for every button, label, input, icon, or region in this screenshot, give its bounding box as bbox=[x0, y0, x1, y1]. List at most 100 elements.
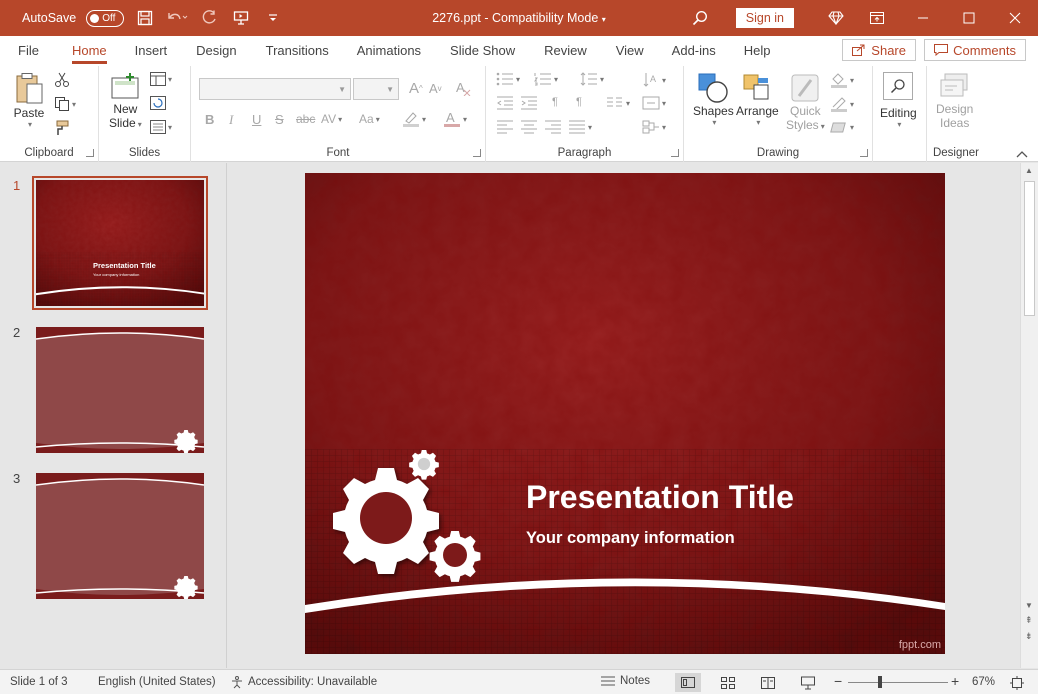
layout-icon[interactable]: ▾ bbox=[150, 72, 172, 86]
zoom-in-icon[interactable]: + bbox=[951, 673, 959, 689]
next-slide-icon[interactable]: ⇟ bbox=[1025, 631, 1033, 642]
zoom-slider[interactable] bbox=[848, 682, 948, 683]
zoom-slider-thumb[interactable] bbox=[878, 676, 882, 688]
bullets-icon[interactable]: ▾ bbox=[496, 72, 520, 86]
tab-view[interactable]: View bbox=[616, 36, 644, 66]
quick-styles-button[interactable]: Quick Styles ▾ bbox=[786, 72, 825, 132]
align-center-icon[interactable] bbox=[520, 120, 538, 134]
tab-insert[interactable]: Insert bbox=[135, 36, 168, 66]
text-direction-icon[interactable]: A ▾ bbox=[642, 72, 666, 88]
smartart-icon[interactable]: ▾ bbox=[642, 120, 666, 134]
increase-font-size-icon[interactable]: A ^ bbox=[409, 80, 423, 97]
align-text-icon[interactable]: ▾ bbox=[642, 96, 666, 110]
slide-title[interactable]: Presentation Title bbox=[526, 479, 794, 516]
slide-sorter-icon[interactable] bbox=[715, 673, 741, 692]
diamond-icon[interactable] bbox=[818, 0, 854, 36]
editing-button[interactable]: Editing ▾ bbox=[880, 72, 917, 129]
paste-button[interactable]: Paste ▾ bbox=[13, 72, 45, 129]
shapes-button[interactable]: Shapes ▾ bbox=[693, 72, 734, 127]
font-name-combo[interactable]: ▼ bbox=[199, 78, 351, 100]
tab-design[interactable]: Design bbox=[196, 36, 236, 66]
format-painter-icon[interactable] bbox=[54, 120, 70, 136]
slide-subtitle[interactable]: Your company information bbox=[526, 529, 735, 548]
slide-thumbnail-1[interactable]: Presentation Title Your company informat… bbox=[32, 176, 208, 310]
paragraph-launcher-icon[interactable] bbox=[671, 149, 679, 157]
shape-outline-icon[interactable]: ▾ bbox=[830, 96, 854, 112]
decrease-indent-icon[interactable] bbox=[496, 96, 514, 110]
bold-icon[interactable]: B bbox=[205, 112, 214, 127]
tab-home[interactable]: Home bbox=[71, 36, 107, 66]
ltr-icon[interactable]: ¶ bbox=[552, 96, 558, 108]
cut-icon[interactable] bbox=[54, 72, 70, 88]
sign-in-button[interactable]: Sign in bbox=[735, 8, 794, 28]
section-icon[interactable]: ▾ bbox=[150, 120, 172, 134]
align-left-icon[interactable] bbox=[496, 120, 514, 134]
scroll-down-icon[interactable]: ▼ bbox=[1025, 601, 1033, 610]
scrollbar-thumb[interactable] bbox=[1024, 181, 1035, 316]
shape-fill-icon[interactable]: ▾ bbox=[830, 72, 854, 88]
reset-icon[interactable] bbox=[150, 96, 166, 110]
clipboard-launcher-icon[interactable] bbox=[86, 149, 94, 157]
tab-help[interactable]: Help bbox=[744, 36, 771, 66]
collapse-ribbon-icon[interactable] bbox=[1016, 150, 1028, 158]
decrease-font-size-icon[interactable]: Av bbox=[429, 81, 442, 96]
tab-add-ins[interactable]: Add-ins bbox=[672, 36, 716, 66]
minimize-icon[interactable] bbox=[900, 0, 946, 36]
highlight-icon[interactable]: ▾ bbox=[402, 110, 426, 128]
font-size-combo[interactable]: ▼ bbox=[353, 78, 399, 100]
search-icon[interactable] bbox=[682, 0, 718, 36]
current-slide[interactable]: Presentation Title Your company informat… bbox=[305, 173, 945, 654]
tab-review[interactable]: Review bbox=[544, 36, 587, 66]
slide-thumbnail-3[interactable] bbox=[36, 473, 204, 599]
strikethrough-icon[interactable]: abc bbox=[296, 112, 315, 126]
line-spacing-icon[interactable]: ▾ bbox=[580, 72, 604, 86]
font-color-icon[interactable]: A ▾ bbox=[443, 110, 467, 128]
reading-view-icon[interactable] bbox=[755, 673, 781, 692]
character-spacing-icon[interactable]: AV ▾ bbox=[321, 112, 342, 126]
share-button[interactable]: Share bbox=[842, 39, 916, 61]
font-launcher-icon[interactable] bbox=[473, 149, 481, 157]
save-icon[interactable] bbox=[134, 7, 156, 29]
drawing-launcher-icon[interactable] bbox=[860, 149, 868, 157]
justify-icon[interactable]: ▾ bbox=[568, 120, 592, 134]
zoom-level[interactable]: 67% bbox=[972, 676, 995, 688]
new-slide-button[interactable]: New Slide ▾ bbox=[109, 72, 142, 130]
italic-icon[interactable]: I bbox=[229, 112, 233, 128]
previous-slide-icon[interactable]: ⇞ bbox=[1025, 615, 1033, 626]
maximize-icon[interactable] bbox=[946, 0, 992, 36]
customize-toolbar-icon[interactable] bbox=[262, 7, 284, 29]
tab-transitions[interactable]: Transitions bbox=[266, 36, 329, 66]
close-icon[interactable] bbox=[992, 0, 1038, 36]
present-from-beginning-icon[interactable] bbox=[230, 7, 252, 29]
zoom-out-icon[interactable]: − bbox=[834, 673, 842, 689]
columns-icon[interactable]: ▾ bbox=[606, 96, 630, 110]
slide-show-icon[interactable] bbox=[795, 673, 821, 692]
change-case-icon[interactable]: Aa ▾ bbox=[359, 112, 380, 126]
ribbon-display-options-icon[interactable] bbox=[854, 0, 900, 36]
tab-file[interactable]: File bbox=[18, 36, 39, 66]
numbering-icon[interactable]: ▾ bbox=[534, 72, 558, 86]
vertical-scrollbar[interactable]: ▲ ▼ ⇞ ⇟ bbox=[1020, 163, 1038, 668]
accessibility-status[interactable]: Accessibility: Unavailable bbox=[230, 676, 377, 689]
autosave-toggle[interactable]: Off bbox=[86, 9, 125, 27]
copy-icon[interactable]: ▾ bbox=[54, 96, 76, 112]
arrange-button[interactable]: Arrange ▾ bbox=[736, 72, 779, 127]
increase-indent-icon[interactable] bbox=[520, 96, 538, 110]
normal-view-icon[interactable] bbox=[675, 673, 701, 692]
slide-thumbnail-2[interactable] bbox=[36, 327, 204, 453]
language-indicator[interactable]: English (United States) bbox=[98, 676, 216, 688]
undo-icon[interactable] bbox=[166, 7, 188, 29]
comments-button[interactable]: Comments bbox=[924, 39, 1026, 61]
clear-formatting-icon[interactable]: A bbox=[455, 80, 471, 96]
redo-icon[interactable] bbox=[198, 7, 220, 29]
notes-button[interactable]: Notes bbox=[600, 675, 650, 687]
fit-slide-icon[interactable] bbox=[1004, 673, 1030, 692]
align-right-icon[interactable] bbox=[544, 120, 562, 134]
tab-slide-show[interactable]: Slide Show bbox=[450, 36, 515, 66]
shape-effects-icon[interactable]: ▾ bbox=[830, 120, 854, 134]
design-ideas-button[interactable]: Design Ideas bbox=[936, 72, 973, 130]
scroll-up-icon[interactable]: ▲ bbox=[1025, 166, 1033, 175]
underline-icon[interactable]: U bbox=[252, 112, 261, 127]
shadow-icon[interactable]: S bbox=[275, 112, 284, 127]
rtl-icon[interactable]: ¶ bbox=[576, 96, 582, 108]
